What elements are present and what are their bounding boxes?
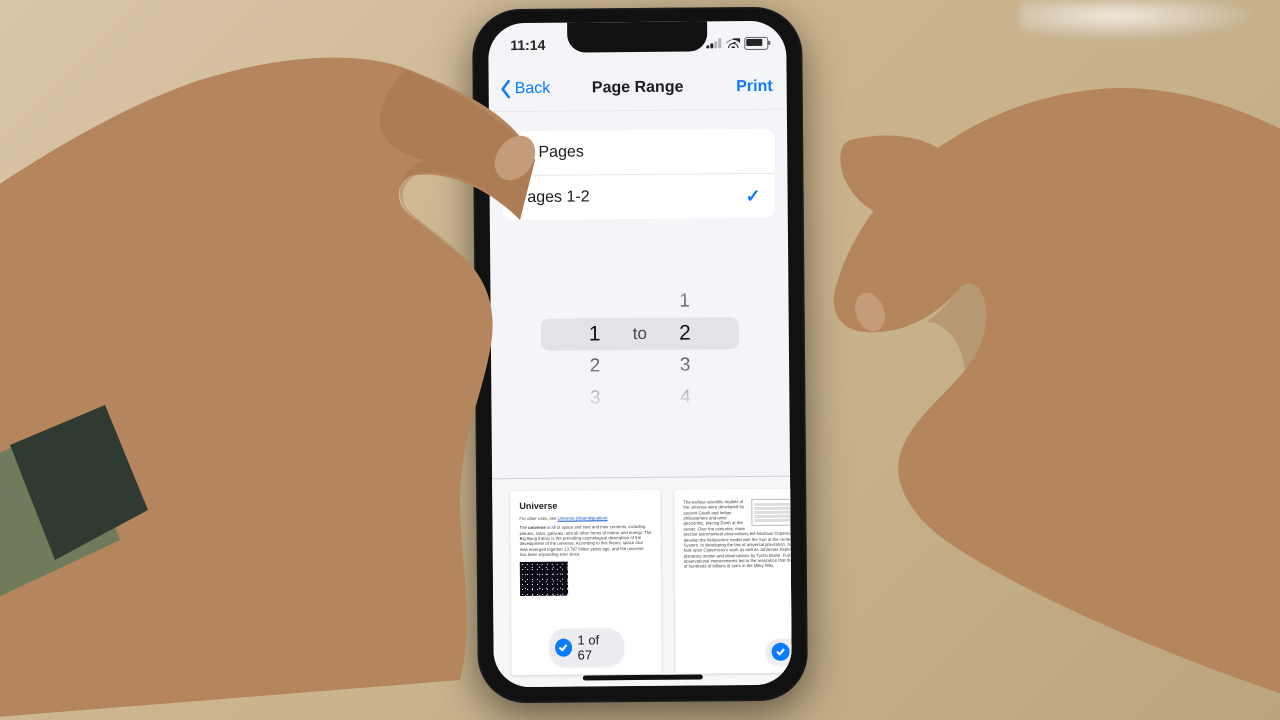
picker-value[interactable]: 1 [664,285,704,317]
page-title: Page Range [592,79,684,98]
picker-value[interactable]: 3 [665,349,705,381]
picker-value[interactable]: 3 [575,382,615,414]
picker-value[interactable]: 4 [665,381,705,413]
picker-value[interactable]: 2 [575,350,615,382]
home-indicator[interactable] [583,674,703,680]
cellular-icon [706,38,722,48]
picker-from-wheel[interactable]: 1234 [574,254,615,414]
picker-value[interactable]: 1 [575,318,615,350]
right-hand [730,20,1280,720]
left-hand [0,0,580,720]
preview-1-label: 1 of 67 [577,632,614,662]
picker-separator: to [633,324,647,344]
phone-notch [567,21,707,52]
picker-to-wheel[interactable]: 12345 [664,253,705,413]
picker-value[interactable]: 2 [665,317,705,349]
